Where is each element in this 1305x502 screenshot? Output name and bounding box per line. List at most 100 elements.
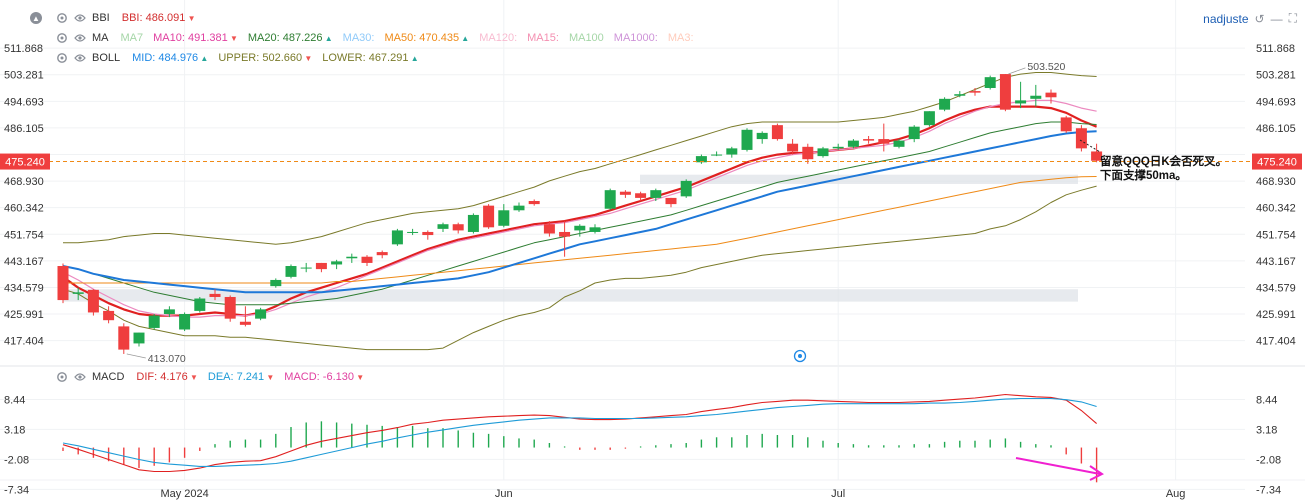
- y-tick-label-right: 503.281: [1256, 70, 1296, 82]
- macd-tick-label-left: -7.34: [4, 484, 29, 496]
- candle-body: [543, 224, 555, 234]
- candle-body: [650, 190, 662, 198]
- high-label: 503.520: [1027, 61, 1065, 73]
- legend-value-boll-0: MID: 484.976 ▲: [132, 52, 209, 64]
- visibility-eye-icon[interactable]: [74, 52, 86, 64]
- candle: [467, 213, 479, 234]
- username-link[interactable]: nadjuste: [1203, 12, 1248, 26]
- candle: [285, 264, 297, 279]
- candle: [863, 135, 875, 144]
- arrow-down-icon: ▼: [187, 373, 198, 382]
- line-boll-lower: [62, 185, 1097, 351]
- legend-name: MA: [92, 32, 109, 44]
- legend-value-macd-2: MACD: -6.130 ▼: [284, 371, 365, 383]
- settings-gear-icon[interactable]: [56, 371, 68, 383]
- candle: [604, 188, 616, 211]
- candle-body: [467, 214, 479, 232]
- candle: [908, 125, 920, 143]
- fullscreen-icon[interactable]: ⛶: [1289, 11, 1297, 26]
- legend-ma: MA MA7 MA10: 491.381 ▼ MA20: 487.226 ▲ MA30…: [56, 29, 704, 47]
- candle-body: [513, 205, 525, 211]
- candle-body: [741, 129, 753, 150]
- arrow-up-icon: ▲: [408, 54, 419, 63]
- candle-body: [57, 266, 69, 301]
- arrow-up-icon: ▲: [459, 34, 470, 43]
- legend-value-ma-4: MA50: 470.435 ▲: [384, 32, 470, 44]
- candle-body: [665, 197, 677, 205]
- arrow-down-icon: ▼: [185, 14, 196, 23]
- candle: [315, 262, 327, 273]
- visibility-eye-icon[interactable]: [74, 371, 86, 383]
- macd-tick-label-right: -7.34: [1256, 484, 1281, 496]
- candle: [589, 224, 601, 234]
- main-panel-grid: [0, 0, 1305, 481]
- price-axes: 417.404 417.404 425.991 425.991 434.579 434.5…: [4, 43, 1296, 500]
- y-tick-label-left: 425.991: [4, 309, 44, 321]
- settings-gear-icon[interactable]: [56, 12, 68, 24]
- candle-body: [498, 210, 510, 226]
- low-label: 413.070: [148, 353, 186, 365]
- drawn-arrow: [1015, 457, 1101, 475]
- settings-gear-icon[interactable]: [56, 52, 68, 64]
- candle: [999, 74, 1011, 112]
- settings-gear-icon[interactable]: [56, 32, 68, 44]
- line-ma20: [62, 121, 1097, 306]
- arrow-down-icon: ▼: [227, 34, 238, 43]
- candle-body: [163, 309, 175, 315]
- legend-value-ma-2: MA20: 487.226 ▲: [247, 32, 333, 44]
- visibility-eye-icon[interactable]: [74, 32, 86, 44]
- candle: [118, 323, 130, 354]
- arrow-up-icon: ▲: [198, 54, 209, 63]
- low-label-leader: [126, 353, 146, 359]
- candle-body: [589, 227, 601, 232]
- candle-body: [604, 190, 616, 209]
- candle-body: [893, 140, 905, 147]
- legend-boll: BOLL MID: 484.976 ▲ UPPER: 502.660 ▼ LOWER…: [56, 49, 429, 67]
- candle: [711, 151, 723, 157]
- legend-name: BOLL: [92, 52, 121, 64]
- legend-value-ma-8: MA1000:: [613, 32, 658, 44]
- high-label-leader: [1008, 67, 1026, 75]
- candle: [148, 314, 160, 330]
- candle: [1060, 115, 1072, 133]
- arrow-up-icon: ▲: [322, 34, 333, 43]
- minimize-icon[interactable]: —: [1271, 12, 1283, 26]
- macd-panel: -7.34 -7.34 -2.08 -2.08 3.18 3.18 8.44 8.44: [0, 393, 1281, 496]
- candle-body: [376, 252, 388, 256]
- candle: [422, 230, 434, 240]
- y-tick-label-left: 503.281: [4, 70, 44, 82]
- legend-items: BBI: 486.091 ▼: [122, 12, 206, 24]
- annotations-layer: 475.240 475.240 503.520 413.070: [0, 61, 1302, 365]
- candle: [619, 190, 631, 198]
- candle: [513, 202, 525, 212]
- candle-body: [103, 310, 115, 321]
- candle-body: [528, 201, 540, 205]
- x-tick-label: Jun: [495, 488, 513, 500]
- stock-chart: -7.34 -7.34 -2.08 -2.08 3.18 3.18 8.44 8.44 417…: [0, 0, 1305, 500]
- candle-body: [87, 289, 99, 313]
- candle-body: [194, 298, 206, 311]
- candle-body: [437, 224, 449, 229]
- candle-body: [756, 132, 768, 140]
- line-boll-mid: [62, 130, 1097, 294]
- candle: [923, 111, 935, 127]
- y-tick-label-left: 486.105: [4, 123, 44, 135]
- candle: [939, 97, 951, 112]
- annotation-note: 留意QQQ日K会否死叉。下面支撑50ma。: [1100, 156, 1228, 182]
- candle-body: [711, 154, 723, 156]
- visibility-eye-icon[interactable]: [74, 12, 86, 24]
- undo-icon[interactable]: ↺: [1255, 12, 1265, 26]
- y-tick-label-left: 460.342: [4, 203, 44, 215]
- candle: [361, 255, 373, 267]
- candle-body: [224, 296, 236, 319]
- x-tick-label: Jul: [831, 488, 845, 500]
- candle-body: [422, 231, 434, 236]
- candle: [817, 146, 829, 158]
- candle: [559, 221, 571, 257]
- arrow-down-icon: ▼: [302, 54, 313, 63]
- collapse-legend-button[interactable]: ▲: [30, 12, 42, 24]
- candle: [1015, 81, 1027, 109]
- candle-body: [72, 292, 84, 294]
- candle-body: [483, 205, 495, 228]
- candle: [726, 146, 738, 158]
